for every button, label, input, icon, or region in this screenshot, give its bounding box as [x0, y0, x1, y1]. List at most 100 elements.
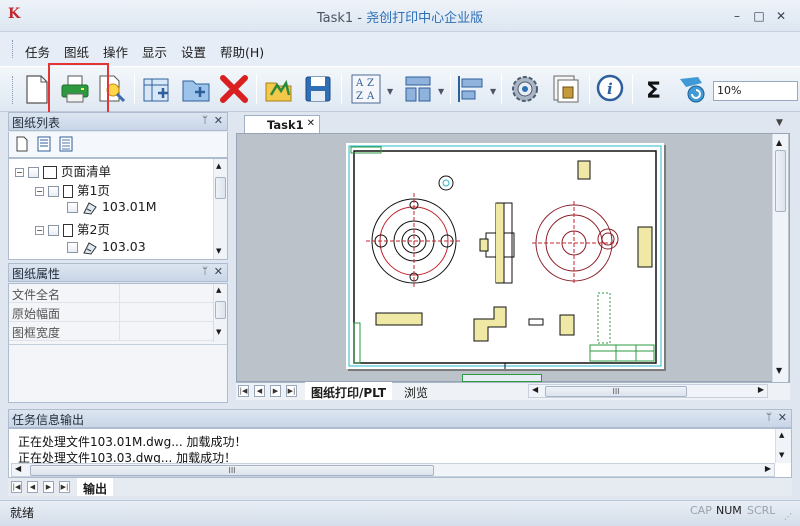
close-icon[interactable]: ✕: [214, 265, 223, 278]
close-icon[interactable]: ✕: [778, 411, 787, 424]
scroll-up-icon[interactable]: ▲: [216, 162, 221, 170]
scroll-down-icon[interactable]: ▼: [216, 328, 221, 336]
align-dropdown-icon[interactable]: ▼: [490, 87, 498, 96]
page-view-icon[interactable]: [14, 136, 30, 152]
pin-icon[interactable]: ᛘ: [202, 266, 208, 277]
prev-page-button[interactable]: ◀: [27, 481, 38, 493]
scroll-right-icon[interactable]: ▶: [758, 385, 764, 394]
tree-checkbox[interactable]: [67, 202, 78, 213]
tree-page-item[interactable]: − 第1页: [35, 180, 110, 198]
window-title: Task1 - 尧创打印中心企业版: [0, 7, 800, 26]
tree-checkbox[interactable]: [47, 186, 59, 197]
menu-view[interactable]: 显示: [142, 42, 167, 61]
prop-row[interactable]: 图框宽度: [9, 322, 219, 341]
view-horizontal-scrollbar[interactable]: ◀ III ▶: [528, 384, 768, 398]
tree-file-item[interactable]: 103.03: [67, 239, 146, 257]
collapse-icon[interactable]: −: [35, 187, 44, 196]
add-folder-icon[interactable]: [180, 73, 212, 105]
stamp-icon[interactable]: [549, 73, 581, 105]
tree-page-item[interactable]: − 第2页: [35, 219, 110, 237]
drawing-file-icon: [83, 241, 97, 255]
scroll-down-icon[interactable]: ▼: [776, 366, 782, 375]
close-tab-icon[interactable]: ✕: [307, 118, 315, 129]
save-icon[interactable]: [302, 73, 334, 105]
toolbar-separator: [450, 74, 451, 104]
menu-operate[interactable]: 操作: [103, 42, 128, 61]
tree-checkbox[interactable]: [27, 167, 39, 178]
tab-browse[interactable]: 浏览: [398, 382, 434, 400]
scroll-left-icon[interactable]: ◀: [15, 464, 21, 473]
resize-grip-icon[interactable]: ⋰: [784, 512, 792, 521]
tree-file-item[interactable]: 103.01M: [67, 199, 157, 217]
collapse-icon[interactable]: −: [15, 168, 24, 177]
next-page-button[interactable]: ▶: [43, 481, 54, 493]
info-icon[interactable]: i: [594, 73, 626, 105]
view-vertical-scrollbar[interactable]: ▲ ▼: [772, 134, 788, 382]
tab-output[interactable]: 输出: [77, 478, 114, 496]
scroll-left-icon[interactable]: ◀: [532, 385, 538, 394]
collapse-icon[interactable]: −: [35, 226, 44, 235]
align-icon[interactable]: [455, 73, 487, 105]
tab-plot-print[interactable]: 图纸打印/PLT: [305, 382, 393, 400]
menu-help[interactable]: 帮助(H): [220, 42, 264, 61]
drawing-sheet[interactable]: [346, 143, 664, 369]
thumbnail-view-icon[interactable]: [36, 136, 52, 152]
props-scrollbar[interactable]: ▲ ▼: [213, 284, 227, 342]
output-vertical-scrollbar[interactable]: ▲ ▼: [775, 429, 791, 463]
last-page-button[interactable]: ▶|: [59, 481, 70, 493]
close-icon[interactable]: ✕: [214, 114, 223, 127]
next-sheet-preview[interactable]: [462, 374, 542, 382]
tab-task1-label: Task1: [267, 118, 304, 132]
prev-page-button[interactable]: ◀: [254, 385, 265, 397]
tab-task1[interactable]: Task1 ✕: [244, 115, 320, 133]
maximize-button[interactable]: □: [751, 8, 767, 24]
settings-gear-icon[interactable]: [509, 73, 541, 105]
sum-icon[interactable]: Σ: [639, 73, 671, 105]
menu-settings[interactable]: 设置: [181, 42, 206, 61]
prop-row[interactable]: 文件全名: [9, 284, 219, 303]
scroll-right-icon[interactable]: ▶: [765, 464, 771, 473]
menu-grip[interactable]: [12, 40, 15, 58]
delete-icon[interactable]: [218, 73, 250, 105]
tree-scrollbar-thumb[interactable]: [215, 177, 226, 199]
add-frame-icon[interactable]: [141, 73, 173, 105]
layout-dropdown-icon[interactable]: ▼: [438, 87, 446, 96]
tree-checkbox[interactable]: [47, 225, 59, 236]
next-page-button[interactable]: ▶: [270, 385, 281, 397]
refresh-icon[interactable]: [676, 73, 708, 105]
sort-az-icon[interactable]: AZZA: [350, 73, 382, 105]
page-icon: [62, 185, 73, 198]
scroll-up-icon[interactable]: ▲: [776, 138, 782, 147]
props-scrollbar-thumb[interactable]: [215, 301, 226, 319]
list-view-icon[interactable]: [58, 136, 74, 152]
menu-task[interactable]: 任务: [25, 42, 50, 61]
output-hscroll-thumb[interactable]: III: [30, 465, 434, 476]
toolbar-grip[interactable]: [12, 76, 15, 104]
tree-scrollbar[interactable]: ▲ ▼: [213, 159, 227, 259]
close-button[interactable]: ✕: [773, 8, 789, 24]
last-page-button[interactable]: ▶|: [286, 385, 297, 397]
prop-row[interactable]: 原始幅面: [9, 303, 219, 322]
title-bar: K Task1 - 尧创打印中心企业版 – □ ✕: [0, 0, 800, 32]
scroll-down-icon[interactable]: ▼: [216, 247, 221, 255]
pin-icon[interactable]: ᛘ: [766, 412, 772, 423]
output-horizontal-scrollbar[interactable]: ◀ III ▶: [11, 463, 775, 477]
tab-list-dropdown-icon[interactable]: ▼: [776, 118, 783, 128]
menu-drawing[interactable]: 图纸: [64, 42, 89, 61]
layout-icon[interactable]: [402, 73, 434, 105]
first-page-button[interactable]: |◀: [11, 481, 22, 493]
tree-root[interactable]: − 页面清单: [15, 161, 111, 179]
scroll-up-icon[interactable]: ▲: [779, 431, 784, 439]
tree-checkbox[interactable]: [67, 242, 78, 253]
minimize-button[interactable]: –: [729, 8, 745, 24]
scroll-down-icon[interactable]: ▼: [779, 451, 784, 459]
view-scrollbar-thumb[interactable]: [775, 150, 786, 212]
zoom-input[interactable]: 10%: [713, 81, 798, 101]
open-folder-icon[interactable]: [263, 73, 295, 105]
sort-dropdown-icon[interactable]: ▼: [387, 87, 395, 96]
output-header: 任务信息输出 ᛘ ✕: [8, 409, 792, 428]
pin-icon[interactable]: ᛘ: [202, 115, 208, 126]
scroll-up-icon[interactable]: ▲: [216, 286, 221, 294]
first-page-button[interactable]: |◀: [238, 385, 249, 397]
view-hscroll-thumb[interactable]: III: [545, 386, 687, 397]
